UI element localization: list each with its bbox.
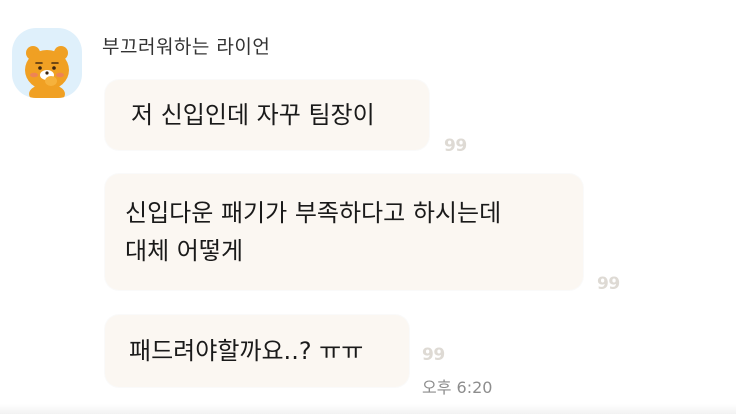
- sender-name: 부끄러워하는 라이언: [102, 36, 271, 58]
- unread-count: 99: [422, 345, 445, 365]
- unread-count: 99: [597, 274, 620, 294]
- chat-room: 부끄러워하는 라이언 저 신입인데 자꾸 팀장이 99 신입다운 패기가 부족하…: [0, 0, 736, 414]
- message-timestamp: 오후 6:20: [422, 378, 493, 397]
- ryan-bear-icon: [25, 46, 69, 98]
- unread-count: 99: [444, 136, 467, 156]
- message-bubble[interactable]: 패드려야할까요..? ㅠㅠ: [105, 315, 409, 387]
- profile-avatar[interactable]: [12, 28, 82, 98]
- message-text: 저 신입인데 자꾸 팀장이: [131, 101, 375, 129]
- message-bubble[interactable]: 신입다운 패기가 부족하다고 하시는데 대체 어떻게: [105, 174, 583, 290]
- bottom-divider: [0, 404, 736, 414]
- message-bubble[interactable]: 저 신입인데 자꾸 팀장이: [105, 80, 429, 150]
- message-text: 패드려야할까요..? ㅠㅠ: [129, 337, 364, 365]
- message-text: 신입다운 패기가 부족하다고 하시는데 대체 어떻게: [125, 199, 502, 265]
